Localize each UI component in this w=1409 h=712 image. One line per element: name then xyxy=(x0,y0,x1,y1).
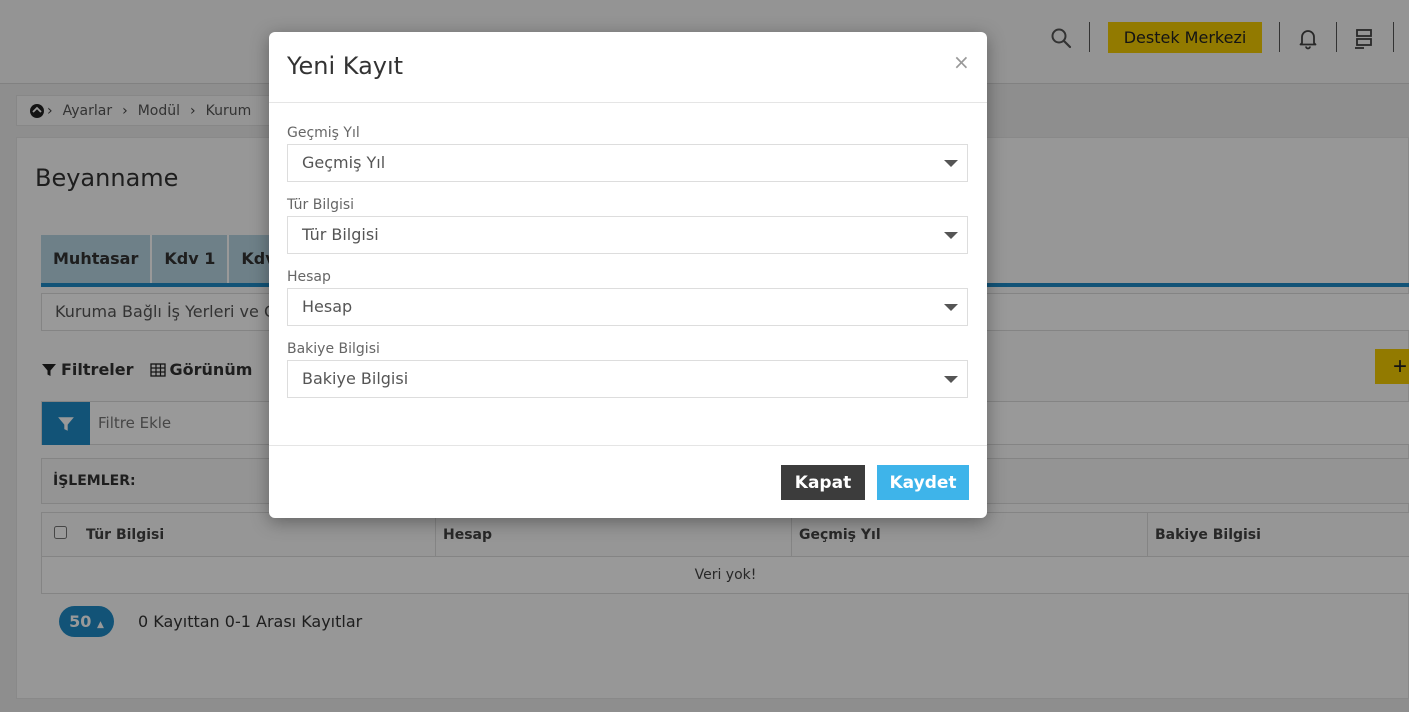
tur-bilgisi-select[interactable]: Tür Bilgisi xyxy=(287,216,968,254)
caret-down-icon xyxy=(944,304,958,311)
gecmis-yil-select[interactable]: Geçmiş Yıl xyxy=(287,144,968,182)
save-button[interactable]: Kaydet xyxy=(877,465,969,500)
divider xyxy=(269,445,987,446)
caret-down-icon xyxy=(944,160,958,167)
select-placeholder: Hesap xyxy=(302,297,353,316)
caret-down-icon xyxy=(944,376,958,383)
hesap-select[interactable]: Hesap xyxy=(287,288,968,326)
new-record-modal: Yeni Kayıt × Geçmiş Yıl Geçmiş Yıl Tür B… xyxy=(269,32,987,518)
select-placeholder: Bakiye Bilgisi xyxy=(302,369,409,388)
caret-down-icon xyxy=(944,232,958,239)
field-label-hesap: Hesap xyxy=(287,269,331,285)
select-placeholder: Tür Bilgisi xyxy=(302,225,379,244)
select-placeholder: Geçmiş Yıl xyxy=(302,153,386,172)
field-label-tur-bilgisi: Tür Bilgisi xyxy=(287,197,355,213)
field-label-gecmis-yil: Geçmiş Yıl xyxy=(287,125,360,141)
close-icon[interactable]: × xyxy=(953,50,970,74)
bakiye-bilgisi-select[interactable]: Bakiye Bilgisi xyxy=(287,360,968,398)
modal-title: Yeni Kayıt xyxy=(287,52,404,80)
field-label-bakiye-bilgisi: Bakiye Bilgisi xyxy=(287,341,380,357)
divider xyxy=(269,102,987,103)
close-button[interactable]: Kapat xyxy=(781,465,865,500)
